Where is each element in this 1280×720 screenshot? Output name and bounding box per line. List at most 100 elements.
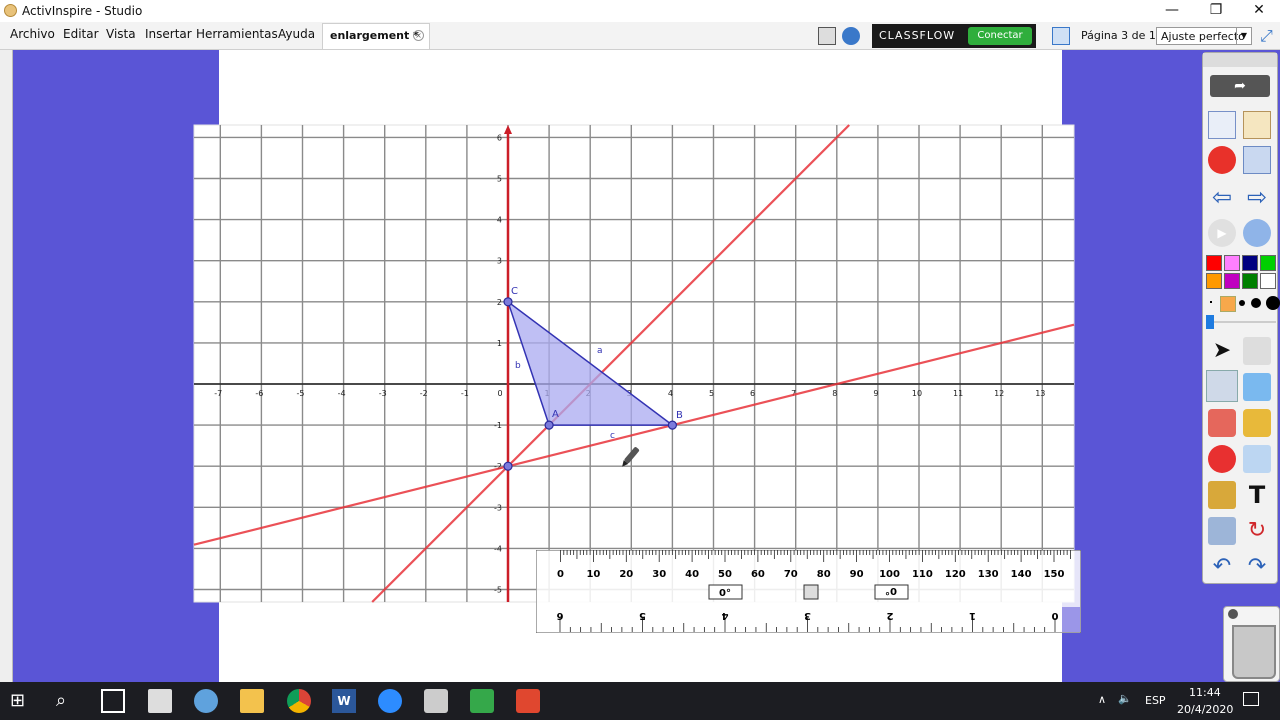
y-tick-label: -3 <box>494 503 502 512</box>
x-tick-label: -2 <box>420 389 428 398</box>
graph-background <box>193 124 1075 603</box>
x-tick-label: 11 <box>953 389 963 398</box>
web-browser-icon[interactable] <box>1243 219 1271 247</box>
next-page-icon[interactable]: ⇨ <box>1243 183 1271 211</box>
color-swatch[interactable] <box>1242 273 1258 289</box>
stop-icon[interactable] <box>1208 146 1236 174</box>
clock-date[interactable]: 20/4/2020 <box>1177 703 1233 716</box>
eraser-icon[interactable] <box>1208 409 1236 437</box>
task-view-icon[interactable] <box>101 689 125 713</box>
main-toolbox: ➦ ⇦ ⇨ ▶ ➤ T ↻ ↶ ↷ <box>1202 52 1280 584</box>
pen-tool-icon[interactable] <box>1206 370 1238 402</box>
zoom-icon[interactable] <box>378 689 402 713</box>
connector-icon[interactable] <box>1243 445 1271 473</box>
search-icon[interactable]: ⌕ <box>56 689 80 713</box>
vertex-point-intercept <box>503 461 513 471</box>
tools-icon[interactable] <box>1243 337 1271 365</box>
clock-time[interactable]: 11:44 <box>1189 686 1221 699</box>
y-tick-label: -1 <box>494 421 502 430</box>
camtasia-green-icon[interactable] <box>470 689 494 713</box>
file-explorer-icon[interactable] <box>240 689 264 713</box>
language-indicator[interactable]: ESP <box>1145 694 1166 707</box>
clear-icon[interactable] <box>1208 517 1236 545</box>
y-tick-label: 6 <box>497 133 502 142</box>
y-tick-label: 4 <box>497 216 502 225</box>
side-label-b: b <box>515 361 521 371</box>
camtasia-red-icon[interactable] <box>516 689 540 713</box>
text-tool-icon[interactable]: T <box>1243 481 1271 509</box>
color-swatch[interactable] <box>1242 255 1258 271</box>
color-swatch[interactable] <box>1260 273 1276 289</box>
x-tick-label: 4 <box>668 389 673 398</box>
ruler-cm-label: 10 <box>586 569 600 580</box>
ruler-cm-label: 70 <box>784 569 798 580</box>
word-icon[interactable]: W <box>332 689 356 713</box>
undo-icon[interactable]: ↶ <box>1208 553 1236 581</box>
vertex-point-c <box>503 297 513 307</box>
ruler-cm-label: 20 <box>619 569 633 580</box>
x-tick-label: 13 <box>1035 389 1045 398</box>
notifications-icon[interactable] <box>1243 692 1259 706</box>
app-icon[interactable] <box>194 689 218 713</box>
color-swatch[interactable] <box>1224 273 1240 289</box>
fill-bucket-icon[interactable] <box>1243 409 1271 437</box>
main-menu-icon[interactable] <box>1208 111 1236 139</box>
activinspire-icon[interactable] <box>424 689 448 713</box>
speaker-icon[interactable]: 🔈 <box>1118 692 1132 705</box>
x-tick-label: 8 <box>832 389 837 398</box>
windows-start-icon[interactable]: ⊞ <box>10 689 34 713</box>
ruler-angle-badge-right: 0° <box>885 585 897 596</box>
ruler-cm-label: 80 <box>817 569 831 580</box>
pen-width-slider[interactable] <box>1206 315 1276 329</box>
ruler-inch-label: 4 <box>721 610 728 621</box>
color-swatch[interactable] <box>1260 255 1276 271</box>
vertex-point-b <box>667 420 678 430</box>
share-icon[interactable]: ➦ <box>1210 75 1270 97</box>
x-tick-label: 5 <box>709 389 714 398</box>
desktop-annotate-icon[interactable] <box>1243 146 1271 174</box>
y-tick-label: -4 <box>494 544 502 553</box>
ruler-cm-label: 60 <box>751 569 765 580</box>
ruler-tool[interactable]: 0 10 20 30 40 50 60 70 80 90 100 110 120 130 140 150 65… <box>536 550 1081 633</box>
play-icon[interactable]: ▶ <box>1208 219 1236 247</box>
x-tick-label: 6 <box>750 389 755 398</box>
x-tick-label: -5 <box>297 389 305 398</box>
ruler-inch-label: 6 <box>556 610 563 621</box>
point-label-a: A <box>552 409 559 420</box>
select-arrow-icon[interactable]: ➤ <box>1208 337 1236 365</box>
highlighter-icon[interactable] <box>1243 373 1271 401</box>
x-tick-label: 9 <box>873 389 878 398</box>
ruler-cm-label: 100 <box>879 569 900 580</box>
previous-page-icon[interactable]: ⇦ <box>1208 183 1236 211</box>
x-tick-label: -3 <box>379 389 387 398</box>
trash-bin[interactable] <box>1223 606 1280 682</box>
windows-taskbar: ⊞ ⌕ W ∧ 🔈 ESP 11:44 20/4/2020 <box>0 682 1280 720</box>
ruler-cm-label: 50 <box>718 569 732 580</box>
ruler-cm-label: 30 <box>652 569 666 580</box>
x-tick-label: 10 <box>912 389 922 398</box>
ruler-angle-badge-left: 0° <box>719 588 731 599</box>
color-swatch[interactable] <box>1224 255 1240 271</box>
reset-icon[interactable]: ↻ <box>1243 517 1271 545</box>
chrome-icon[interactable] <box>287 689 311 713</box>
redo-icon[interactable]: ↷ <box>1243 553 1271 581</box>
ruler-inch-label: 3 <box>804 610 811 621</box>
trash-close-icon[interactable] <box>1228 609 1238 619</box>
resource-library-icon[interactable] <box>1208 481 1236 509</box>
color-swatch[interactable] <box>1206 255 1222 271</box>
calculator-icon[interactable] <box>148 689 172 713</box>
pen-width-selector[interactable] <box>1208 295 1280 312</box>
ruler-cm-label: 130 <box>978 569 999 580</box>
color-swatch[interactable] <box>1206 273 1222 289</box>
ruler-inch-label: 2 <box>886 610 893 621</box>
x-tick-label: -4 <box>338 389 346 398</box>
y-tick-label: 5 <box>497 175 502 184</box>
ruler-cm-label: 0 <box>557 569 564 580</box>
toolbox-header[interactable] <box>1203 53 1277 67</box>
ruler-inch-label: 1 <box>969 610 976 621</box>
show-hidden-icons-icon[interactable]: ∧ <box>1098 693 1106 706</box>
point-label-c: C <box>511 286 518 297</box>
y-tick-label: 1 <box>497 339 502 348</box>
shape-icon[interactable] <box>1208 445 1236 473</box>
browsers-icon[interactable] <box>1243 111 1271 139</box>
